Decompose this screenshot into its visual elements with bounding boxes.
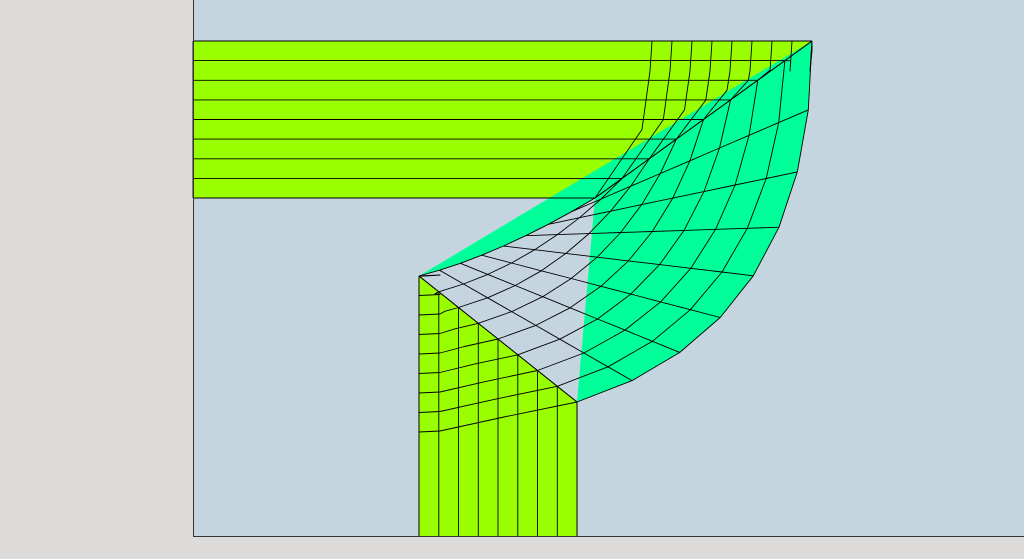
app-window	[0, 0, 1024, 559]
mesh-viewport[interactable]	[0, 0, 1024, 559]
